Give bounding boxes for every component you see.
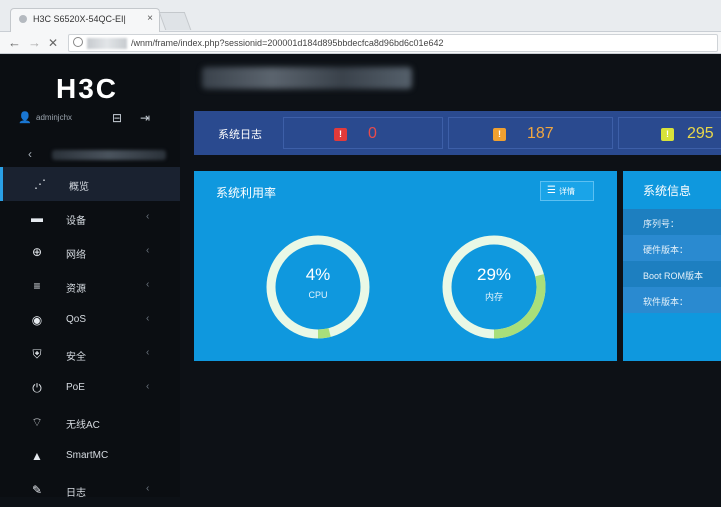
database-icon: ≡ — [33, 279, 41, 293]
info-count: 295 — [687, 125, 714, 142]
browser-tab[interactable]: H3C S6520X-54QC-EI| × — [10, 8, 160, 32]
redacted-page-title — [202, 67, 412, 89]
logout-icon[interactable]: ⇥ — [140, 111, 150, 125]
sidebar: H3C 👤 adminjchx ⊟ ⇥ ‹ ⋰ 概览 ▬ 设备 ‹ ⊕ 网络 ‹ ≡ 资源 ‹ ◉ Qo… — [0, 55, 180, 499]
sidebar-item[interactable]: ⊕ 网络 ‹ — [0, 235, 180, 269]
smartmc-icon: ▲ — [31, 449, 43, 463]
cpu-label: CPU — [308, 290, 328, 300]
h3c-logo: H3C — [56, 73, 119, 104]
system-info-panel: 系统信息 序列号： 硬件版本： Boot ROM版本 软件版本： — [623, 171, 721, 361]
redacted-device-name — [52, 150, 166, 160]
address-bar-row: ← → ✕ /wnm/frame/index.php?sessionid=200… — [0, 32, 721, 54]
log-info-cell[interactable]: ! 295 — [618, 117, 721, 149]
chevron-left-icon[interactable]: ‹ — [146, 313, 149, 324]
info-row-bootrom: Boot ROM版本 — [623, 261, 721, 287]
detail-button[interactable]: ☰ 详情 — [540, 181, 594, 201]
log-critical-cell[interactable]: ! 0 — [283, 117, 443, 149]
sidebar-item[interactable]: ◉ QoS ‹ — [0, 303, 180, 337]
sidebar-item[interactable]: ✎ 日志 ‹ — [0, 473, 180, 507]
memory-label: 内存 — [484, 292, 503, 302]
sidebar-item[interactable]: ≡ 资源 ‹ — [0, 269, 180, 303]
cpu-percent: 4% — [305, 265, 331, 284]
back-icon[interactable]: ← — [8, 34, 21, 52]
device-icon: ▬ — [31, 211, 43, 225]
new-tab-button[interactable] — [158, 12, 192, 30]
sidebar-collapse-row[interactable]: ‹ — [18, 147, 166, 162]
main-content: 系统日志 ! 0 ! 187 ! 295 系统利用率 ☰ 详情 4% CPU 2… — [180, 55, 721, 497]
stop-icon[interactable]: ✕ — [48, 34, 58, 52]
redacted-host — [87, 38, 127, 49]
power-icon: ⏻ — [32, 381, 42, 395]
save-icon[interactable]: ⊟ — [112, 111, 122, 125]
sidebar-item[interactable]: ⏻ PoE ‹ — [0, 371, 180, 405]
sidebar-item-label: SmartMC — [66, 450, 109, 461]
system-info-title: 系统信息 — [643, 184, 692, 198]
system-log-label: 系统日志 — [218, 129, 262, 141]
user-row: 👤 adminjchx ⊟ ⇥ — [0, 109, 180, 129]
list-icon: ☰ — [547, 185, 556, 196]
warning-alert-icon: ! — [493, 128, 506, 141]
warning-count: 187 — [527, 125, 554, 142]
cpu-gauge-track — [266, 235, 370, 339]
tab-title: H3C S6520X-54QC-EI| — [33, 14, 126, 24]
username: adminjchx — [36, 113, 73, 122]
forward-icon[interactable]: → — [28, 34, 41, 52]
chevron-left-icon[interactable]: ‹ — [146, 279, 149, 290]
sidebar-item-label: 安全 — [66, 352, 86, 363]
info-row-hardware: 硬件版本： — [623, 235, 721, 261]
chevron-left-icon[interactable]: ‹ — [146, 347, 149, 358]
sidebar-item-label: QoS — [66, 314, 87, 325]
detail-label: 详情 — [559, 187, 575, 196]
site-info-icon[interactable] — [73, 37, 83, 47]
browser-tab-bar: H3C S6520X-54QC-EI| × — [0, 0, 721, 32]
info-alert-icon: ! — [661, 128, 674, 141]
url-text: /wnm/frame/index.php?sessionid=200001d18… — [131, 38, 444, 48]
url-input[interactable]: /wnm/frame/index.php?sessionid=200001d18… — [68, 34, 718, 52]
chevron-left-icon[interactable]: ‹ — [146, 381, 149, 392]
sidebar-item-label: 无线AC — [66, 420, 100, 431]
sidebar-item[interactable]: ▲ SmartMC — [0, 439, 180, 473]
qos-icon: ◉ — [31, 313, 43, 327]
sidebar-item[interactable]: ⌔ 无线AC — [0, 405, 180, 439]
system-usage-title: 系统利用率 — [216, 186, 277, 200]
system-usage-panel: 系统利用率 ☰ 详情 4% CPU 29% 内存 — [194, 171, 617, 361]
system-log-bar: 系统日志 ! 0 ! 187 ! 295 — [194, 111, 721, 155]
chevron-left-icon[interactable]: ‹ — [146, 211, 149, 222]
log-icon: ✎ — [31, 483, 43, 497]
network-icon: ⊕ — [31, 245, 43, 259]
sidebar-item-label: 网络 — [66, 250, 86, 261]
info-row-software: 软件版本： — [623, 287, 721, 313]
cpu-gauge: 4% CPU — [264, 233, 372, 341]
collapse-arrow-icon[interactable]: ‹ — [28, 147, 32, 161]
sidebar-item-label: PoE — [66, 382, 85, 393]
shield-icon: ⛨ — [32, 347, 42, 361]
dashboard-icon: ⋰ — [34, 177, 46, 191]
sidebar-menu: ⋰ 概览 ▬ 设备 ‹ ⊕ 网络 ‹ ≡ 资源 ‹ ◉ QoS ‹ ⛨ 安全 ‹ ⏻ PoE ‹ ⌔ 无线AC ▲ Smart… — [0, 167, 180, 507]
info-row-serial: 序列号： — [623, 209, 721, 235]
chevron-left-icon[interactable]: ‹ — [146, 245, 149, 256]
sidebar-item-label: 设备 — [66, 216, 86, 227]
memory-percent: 29% — [476, 265, 512, 284]
sidebar-item[interactable]: ⛨ 安全 ‹ — [0, 337, 180, 371]
wifi-icon: ⌔ — [31, 415, 43, 429]
chevron-left-icon[interactable]: ‹ — [146, 483, 149, 494]
user-icon: 👤 — [18, 112, 32, 124]
sidebar-item-label: 概览 — [69, 182, 89, 193]
log-warning-cell[interactable]: ! 187 — [448, 117, 613, 149]
critical-alert-icon: ! — [334, 128, 347, 141]
sidebar-item[interactable]: ⋰ 概览 — [0, 167, 180, 201]
critical-count: 0 — [368, 125, 377, 142]
tab-close-icon[interactable]: × — [147, 13, 153, 24]
favicon-icon — [19, 15, 27, 23]
sidebar-item[interactable]: ▬ 设备 ‹ — [0, 201, 180, 235]
memory-gauge: 29% 内存 — [440, 233, 548, 341]
sidebar-item-label: 资源 — [66, 284, 86, 295]
